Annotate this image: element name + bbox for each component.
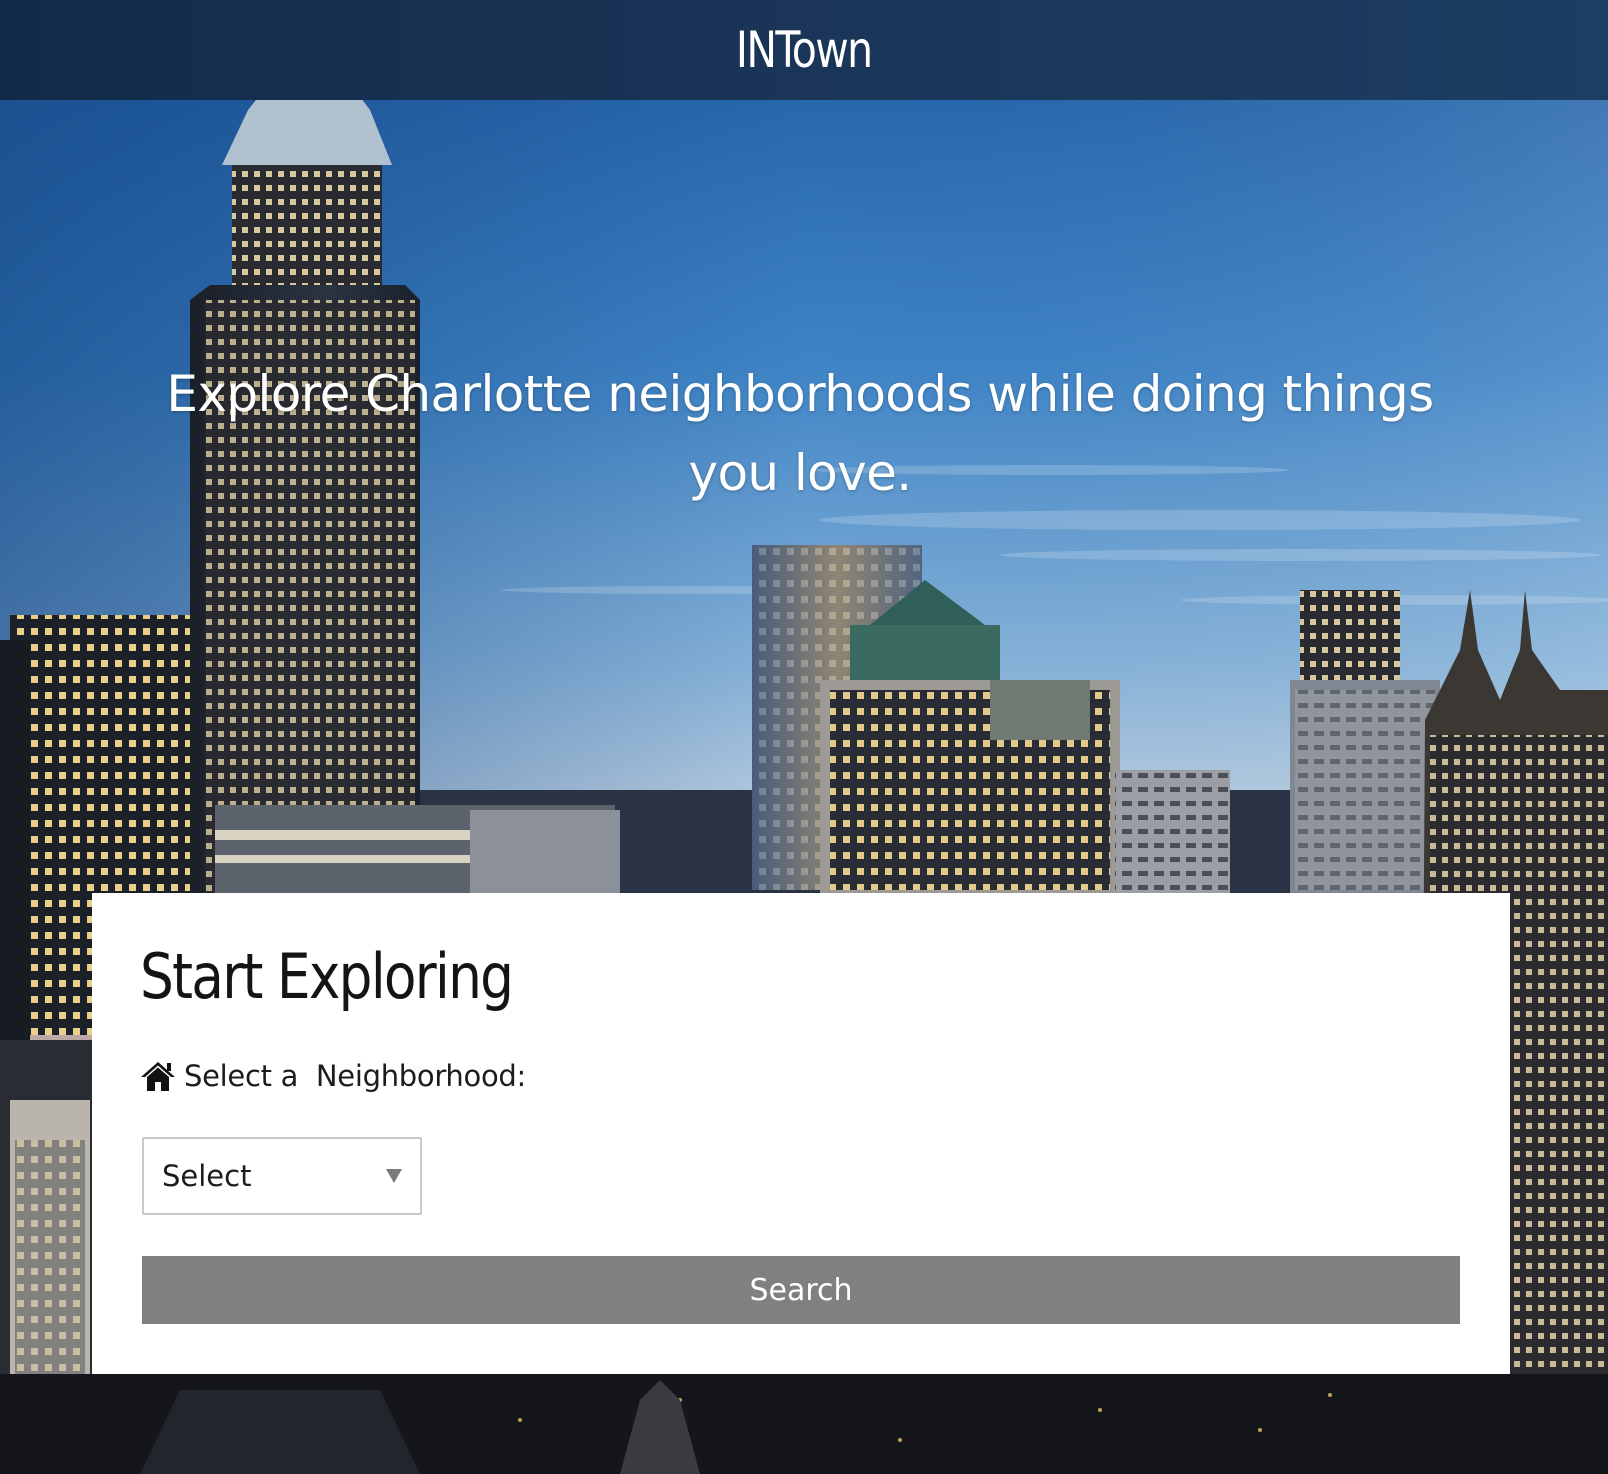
search-button[interactable]: Search xyxy=(142,1256,1460,1324)
neighborhood-label-text: Select a Neighborhood: xyxy=(184,1059,526,1093)
hero-tagline: Explore Charlotte neighborhoods while do… xyxy=(166,365,1434,502)
neighborhood-select-value: Select xyxy=(162,1159,252,1193)
neighborhood-label: Select a Neighborhood: xyxy=(140,1059,526,1093)
neighborhood-select[interactable]: Select xyxy=(142,1137,422,1215)
search-card: Start Exploring Select a Neighborhood: S… xyxy=(92,893,1510,1374)
brand-logo[interactable]: INTown xyxy=(736,25,873,75)
card-title: Start Exploring xyxy=(140,940,514,1013)
home-icon xyxy=(140,1059,176,1093)
top-nav-bar: INTown xyxy=(0,0,1608,100)
chevron-down-icon xyxy=(386,1169,402,1183)
